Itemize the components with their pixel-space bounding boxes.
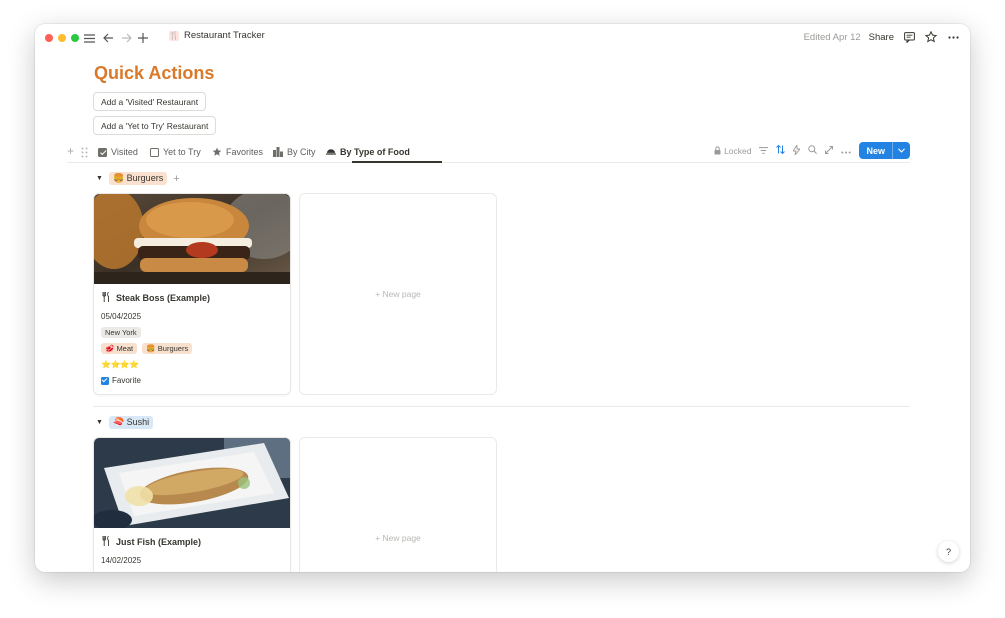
city-chip: New York [101,327,141,338]
help-button[interactable]: ? [938,541,959,562]
card-date: 14/02/2025 [101,556,142,565]
new-page-label: + New page [375,533,421,543]
tab-favorites[interactable]: Favorites [212,144,263,160]
close-window-button[interactable] [45,34,53,42]
filter-icon[interactable] [759,146,769,156]
collapse-triangle-icon[interactable]: ▼ [96,419,103,426]
breadcrumb-title: Restaurant Tracker [184,30,265,41]
favorite-property: Favorite [101,376,141,385]
locked-indicator[interactable]: Locked [714,146,751,156]
card-date: 05/04/2025 [101,312,142,321]
drag-handle-icon[interactable] [81,145,88,163]
new-button-label: New [859,142,893,159]
card-cover-image [94,194,290,284]
card-cover-image [94,438,290,528]
tag-meat-label: Meat [116,344,134,353]
active-tab-underline [352,161,442,163]
tab-by-city[interactable]: By City [273,144,316,160]
forward-arrow-icon[interactable] [119,29,133,47]
meat-emoji-icon: 🥩 [105,344,115,353]
burger-emoji-icon: 🍔 [112,173,125,183]
tab-favorites-label: Favorites [226,147,264,157]
search-icon[interactable] [808,145,818,156]
star-icon [212,147,222,157]
restaurant-page-icon: 🍴 [169,30,179,41]
new-entry-button[interactable]: New [859,142,910,159]
app-window: 🍴 Restaurant Tracker Edited Apr 12 Share… [35,24,970,572]
group-name: Sushi [126,417,150,427]
tab-visited-label: Visited [111,147,138,157]
burger-emoji-icon: 🍔 [146,344,156,353]
add-to-group-plus-icon[interactable]: + [173,173,179,185]
title-bar: 🍴 Restaurant Tracker Edited Apr 12 Share [35,24,970,52]
city-icon [273,147,283,157]
expand-icon[interactable] [825,145,834,156]
chevron-down-icon[interactable] [893,142,910,159]
card-title[interactable]: Just Fish (Example) [102,535,202,548]
collapse-triangle-icon[interactable]: ▼ [96,175,103,182]
tab-by-type-of-food[interactable]: By Type of Food [326,144,410,160]
card-title-text: Steak Boss (Example) [116,293,211,303]
checkbox-empty-icon [150,147,159,157]
tab-visited[interactable]: Visited [98,144,138,160]
maximize-window-button[interactable] [71,34,79,42]
tag-burguers: 🍔 Burguers [142,343,193,354]
gallery-card-just-fish[interactable]: Just Fish (Example) 14/02/2025 [93,437,291,572]
checkbox-checked-icon[interactable] [101,376,109,385]
back-arrow-icon[interactable] [101,29,115,47]
card-title[interactable]: Steak Boss (Example) [102,291,211,304]
title-bar-actions: Edited Apr 12 Share [804,30,960,44]
view-toolbar: Locked New [714,142,910,159]
star-favorite-icon[interactable] [924,30,938,44]
rating-stars: ⭐⭐⭐⭐ [101,360,139,369]
edited-timestamp: Edited Apr 12 [803,31,861,43]
add-block-plus-icon[interactable]: + [67,144,74,158]
add-visited-button[interactable]: Add a 'Visited' Restaurant [93,92,207,111]
food-icon [326,147,336,157]
tab-yet-to-try[interactable]: Yet to Try [150,144,201,160]
group-name: Burguers [126,173,164,183]
checkbox-checked-icon [98,147,107,157]
locked-label: Locked [724,145,752,156]
database-views-bar: + Visited Yet to Try Favorites By City B… [67,141,910,163]
more-options-icon[interactable] [946,30,960,44]
new-page-card[interactable]: + New page [299,437,497,572]
sort-icon[interactable] [776,144,786,156]
card-city: New York [101,327,144,338]
fork-knife-icon [102,291,110,304]
new-tab-plus-icon[interactable] [136,29,150,47]
view-more-icon[interactable] [841,146,852,156]
group-header-burguers[interactable]: ▼ 🍔 Burguers + [96,172,180,185]
fork-knife-icon [102,535,110,548]
group-tag-sushi: 🍣 Sushi [108,416,154,429]
tab-by-city-label: By City [287,147,316,157]
group-header-sushi[interactable]: ▼ 🍣 Sushi [96,416,154,429]
sushi-emoji-icon: 🍣 [112,417,125,427]
add-yet-to-try-button[interactable]: Add a 'Yet to Try' Restaurant [93,116,217,135]
gallery-card-steak-boss[interactable]: Steak Boss (Example) 05/04/2025 New York… [93,193,291,395]
breadcrumb[interactable]: 🍴 Restaurant Tracker [169,30,265,41]
burger-photo [94,194,290,284]
group-divider [93,406,910,407]
card-title-text: Just Fish (Example) [116,537,202,547]
tag-meat: 🥩 Meat [101,343,138,354]
tab-yet-to-try-label: Yet to Try [163,147,201,157]
new-page-label: + New page [375,289,421,299]
share-button[interactable]: Share [869,32,894,43]
tab-by-type-of-food-label: By Type of Food [340,147,410,157]
lock-icon [714,146,721,155]
tag-burguers-label: Burguers [157,344,189,353]
sushi-photo [94,438,290,528]
automation-bolt-icon[interactable] [792,143,802,157]
group-tag-burguers: 🍔 Burguers [108,172,168,185]
card-tags: 🥩 Meat 🍔 Burguers [101,343,195,354]
sidebar-menu-icon[interactable] [82,29,96,47]
minimize-window-button[interactable] [58,34,66,42]
favorite-label: Favorite [112,376,141,385]
comment-icon[interactable] [902,30,916,44]
new-page-card[interactable]: + New page [299,193,497,395]
page-title: Quick Actions [94,63,215,83]
